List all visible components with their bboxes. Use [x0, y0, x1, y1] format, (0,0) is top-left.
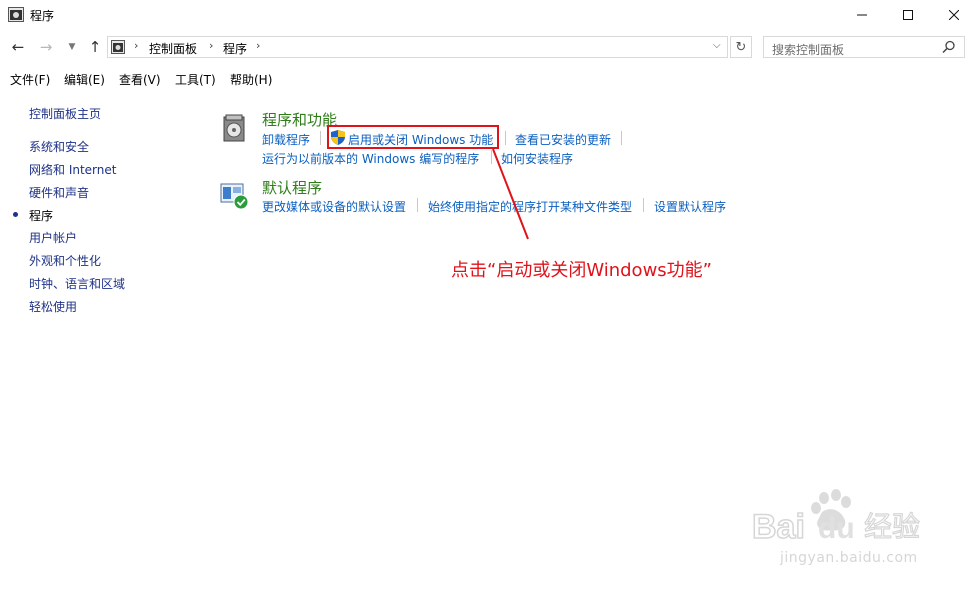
breadcrumb-separator-icon: ›: [256, 39, 261, 52]
sidebar-item-system-security[interactable]: 系统和安全: [29, 138, 89, 155]
svg-text:du: du: [818, 512, 855, 545]
menu-view[interactable]: 查看(V): [119, 71, 161, 88]
close-icon: [949, 10, 959, 20]
sidebar-item-programs[interactable]: 程序: [29, 207, 53, 224]
category-default-programs-title[interactable]: 默认程序: [262, 177, 322, 198]
window-title: 程序: [30, 9, 55, 23]
menu-tools[interactable]: 工具(T): [175, 71, 216, 88]
up-button[interactable]: ↑: [85, 37, 105, 57]
arrow-left-icon: ←: [11, 38, 25, 56]
svg-text:Bai: Bai: [752, 508, 805, 546]
forward-button[interactable]: →: [36, 37, 56, 57]
menu-file[interactable]: 文件(F): [10, 71, 50, 88]
refresh-button[interactable]: ↻: [730, 36, 752, 58]
category-programs-features-title[interactable]: 程序和功能: [262, 109, 337, 130]
link-separator: [320, 131, 321, 145]
watermark-url: jingyan.baidu.com: [780, 550, 918, 566]
link-view-installed-updates[interactable]: 查看已安装的更新: [515, 131, 611, 148]
link-how-to-install[interactable]: 如何安装程序: [501, 150, 573, 167]
control-panel-icon: [8, 7, 24, 22]
sidebar-item-user-accounts[interactable]: 用户帐户: [29, 229, 77, 246]
search-icon: [942, 40, 955, 54]
link-change-media-defaults[interactable]: 更改媒体或设备的默认设置: [262, 198, 406, 215]
link-run-old-programs[interactable]: 运行为以前版本的 Windows 编写的程序: [262, 150, 479, 167]
default-programs-icon: [220, 183, 249, 210]
link-always-use-program[interactable]: 始终使用指定的程序打开某种文件类型: [428, 198, 632, 215]
sidebar-item-hardware-sound[interactable]: 硬件和声音: [29, 184, 89, 201]
breadcrumb-separator-icon: ›: [134, 39, 139, 52]
svg-text:经验: 经验: [864, 510, 920, 543]
sidebar-item-ease-of-access[interactable]: 轻松使用: [29, 298, 77, 315]
arrow-up-icon: ↑: [88, 38, 102, 56]
breadcrumb-separator-icon: ›: [209, 39, 214, 52]
link-separator: [417, 198, 418, 212]
minimize-icon: [857, 14, 867, 16]
address-dropdown-icon[interactable]: ⌵: [713, 40, 721, 51]
annotation-highlight-box: [327, 125, 499, 149]
maximize-icon: [903, 10, 913, 20]
menu-help[interactable]: 帮助(H): [230, 71, 272, 88]
sidebar-item-network[interactable]: 网络和 Internet: [29, 161, 116, 178]
sidebar-item-clock-region[interactable]: 时钟、语言和区域: [29, 275, 125, 292]
breadcrumb-programs[interactable]: 程序: [223, 40, 247, 57]
search-box[interactable]: 搜索控制面板: [763, 36, 965, 58]
link-separator: [621, 131, 622, 145]
link-separator: [491, 150, 492, 164]
link-separator: [643, 198, 644, 212]
close-button[interactable]: [931, 0, 977, 30]
arrow-right-icon: →: [39, 38, 53, 56]
control-panel-icon: [111, 40, 125, 54]
back-button[interactable]: ←: [8, 37, 28, 57]
chevron-down-icon: ▼: [68, 42, 76, 52]
active-bullet-icon: [13, 212, 18, 217]
annotation-text: 点击“启动或关闭Windows功能”: [451, 260, 712, 281]
sidebar-item-appearance[interactable]: 外观和个性化: [29, 252, 101, 269]
programs-features-icon: [223, 114, 245, 142]
title-bar: [0, 0, 977, 30]
link-separator: [505, 131, 506, 145]
maximize-button[interactable]: [885, 0, 931, 30]
link-uninstall-program[interactable]: 卸载程序: [262, 131, 310, 148]
address-bar[interactable]: [107, 36, 728, 58]
refresh-icon: ↻: [735, 39, 747, 55]
link-set-default-programs[interactable]: 设置默认程序: [654, 198, 726, 215]
recent-locations-button[interactable]: ▼: [62, 37, 82, 57]
minimize-button[interactable]: [839, 0, 885, 30]
search-input[interactable]: 搜索控制面板: [772, 41, 844, 58]
breadcrumb-control-panel[interactable]: 控制面板: [149, 40, 197, 57]
menu-edit[interactable]: 编辑(E): [64, 71, 105, 88]
sidebar-item-home[interactable]: 控制面板主页: [29, 105, 101, 122]
